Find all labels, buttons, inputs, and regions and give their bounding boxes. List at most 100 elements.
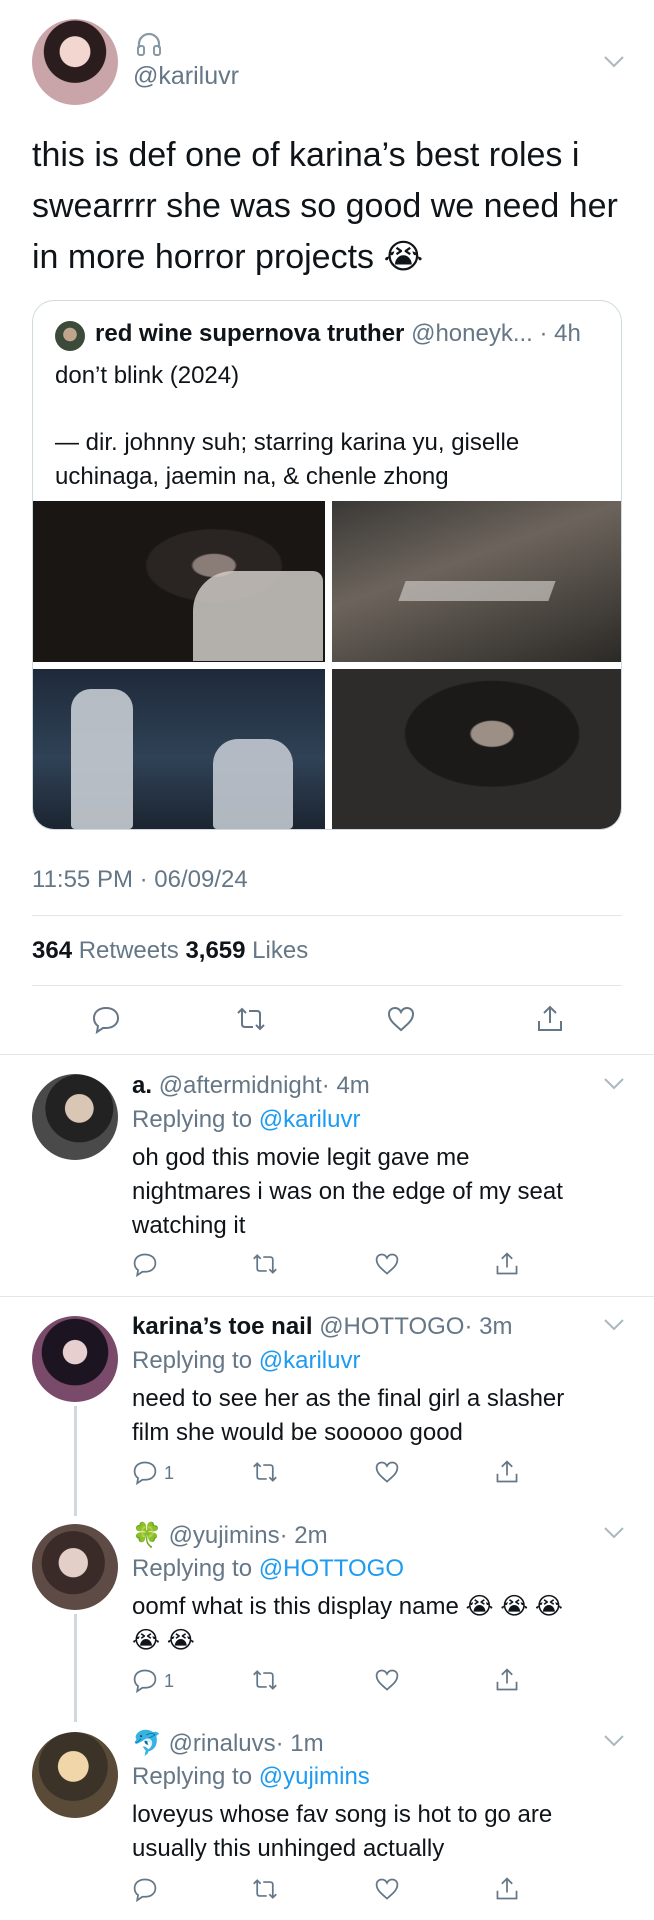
like-icon[interactable] — [374, 1251, 400, 1277]
chevron-down-icon[interactable] — [603, 55, 625, 69]
tweet-timestamp: 11:55 PM · 06/09/24 — [32, 866, 248, 893]
replying-to: Replying to @kariluvr — [132, 1106, 360, 1134]
retweet-icon[interactable] — [252, 1667, 278, 1693]
chevron-down-icon[interactable] — [603, 1526, 625, 1540]
author-avatar[interactable] — [32, 19, 118, 105]
reply-header: 🐬 @rinaluvs· 1m — [132, 1729, 324, 1758]
reply-author-name[interactable]: a. — [132, 1072, 152, 1099]
reply-icon[interactable] — [91, 1004, 121, 1035]
tweet-text-line: in more horror projects 😭 — [32, 238, 424, 276]
replying-to-link[interactable]: @yujimins — [259, 1763, 370, 1790]
media-image-4[interactable] — [332, 669, 621, 829]
share-icon[interactable] — [535, 1004, 565, 1034]
reply-count: 1 — [164, 1671, 175, 1691]
share-icon[interactable] — [494, 1459, 520, 1485]
like-icon[interactable] — [374, 1876, 400, 1902]
share-icon[interactable] — [494, 1876, 520, 1902]
reply-author-handle[interactable]: @aftermidnight — [159, 1072, 322, 1099]
reply-icon[interactable] — [132, 1876, 158, 1903]
chevron-down-icon[interactable] — [603, 1077, 625, 1091]
reply-text-line: loveyus whose fav song is hot to go are — [132, 1801, 553, 1828]
reply-header: a. @aftermidnight· 4m — [132, 1072, 370, 1100]
replying-to-link[interactable]: @kariluvr — [259, 1347, 361, 1374]
reply-icon[interactable] — [132, 1459, 158, 1486]
divider — [32, 985, 622, 986]
like-icon[interactable] — [374, 1667, 400, 1693]
reply-text-line: oh god this movie legit gave me — [132, 1144, 470, 1171]
replying-label: Replying to — [132, 1347, 253, 1374]
replying-label: Replying to — [132, 1106, 253, 1133]
likes-label[interactable]: Likes — [252, 937, 308, 964]
chevron-down-icon[interactable] — [603, 1734, 625, 1748]
reply-text: oh god this movie legit gave me nightmar… — [132, 1141, 642, 1243]
reply-count: 1 — [164, 1463, 175, 1483]
author-handle[interactable]: @kariluvr — [133, 62, 239, 91]
reply-text: oomf what is this display name 😭 😭 😭 😭 😭 — [132, 1590, 642, 1658]
replying-to: Replying to @kariluvr — [132, 1347, 360, 1375]
quoted-author-name: red wine supernova truther — [95, 320, 405, 347]
reply-text-line: watching it — [132, 1212, 246, 1239]
reply-time: · 3m — [464, 1313, 513, 1340]
tweet-stats: 364 Retweets 3,659 Likes — [32, 937, 308, 965]
tweet-text-line: this is def one of karina’s best roles i — [32, 136, 580, 174]
retweets-count[interactable]: 364 — [32, 937, 72, 964]
reply-time: · 2m — [279, 1522, 328, 1549]
replying-label: Replying to — [132, 1555, 253, 1582]
quoted-text-line: uchinaga, jaemin na, & chenle zhong — [55, 463, 449, 490]
reply-time: · 4m — [321, 1072, 370, 1099]
reply-author-handle[interactable]: @yujimins — [169, 1522, 280, 1549]
replying-to: Replying to @yujimins — [132, 1763, 370, 1791]
reply-author-handle[interactable]: @HOTTOGO — [319, 1313, 464, 1340]
media-image-2[interactable] — [332, 501, 621, 662]
reply-text-line: 😭 😭 — [132, 1627, 195, 1654]
replying-to-link[interactable]: @HOTTOGO — [259, 1555, 404, 1582]
headphones-icon — [137, 32, 161, 56]
reply-author-name[interactable]: karina’s toe nail — [132, 1313, 313, 1340]
likes-count[interactable]: 3,659 — [185, 937, 245, 964]
thread-line — [74, 1406, 77, 1516]
reply-header: karina’s toe nail @HOTTOGO· 3m — [132, 1313, 512, 1341]
share-icon[interactable] — [494, 1251, 520, 1277]
reply-author-name[interactable]: 🐬 — [132, 1730, 162, 1757]
reply-author-handle[interactable]: @rinaluvs — [169, 1730, 276, 1757]
reply-text-line: film she would be sooooo good — [132, 1419, 463, 1446]
replying-to: Replying to @HOTTOGO — [132, 1555, 404, 1583]
tweet-text-line: swearrrr she was so good we need her — [32, 187, 618, 225]
retweets-label[interactable]: Retweets — [79, 937, 179, 964]
reply-author-name[interactable]: 🍀 — [132, 1522, 162, 1549]
divider — [0, 1296, 654, 1297]
reply-text-line: oomf what is this display name 😭 😭 😭 — [132, 1593, 563, 1620]
reply-icon[interactable] — [132, 1667, 158, 1694]
retweet-icon[interactable] — [252, 1251, 278, 1277]
reply-avatar[interactable] — [32, 1524, 118, 1610]
thread-line — [74, 1614, 77, 1722]
quoted-text-line: — dir. johnny suh; starring karina yu, g… — [55, 429, 520, 456]
quoted-tweet-time: · 4h — [539, 320, 581, 347]
reply-text: need to see her as the final girl a slas… — [132, 1382, 642, 1450]
reply-text-line: nightmares i was on the edge of my seat — [132, 1178, 563, 1205]
reply-text-line: need to see her as the final girl a slas… — [132, 1385, 565, 1412]
reply-time: · 1m — [275, 1730, 324, 1757]
divider — [0, 1054, 654, 1055]
like-icon[interactable] — [386, 1004, 416, 1034]
reply-icon[interactable] — [132, 1251, 158, 1278]
reply-text: loveyus whose fav song is hot to go are … — [132, 1798, 642, 1866]
retweet-icon[interactable] — [252, 1459, 278, 1485]
quoted-tweet-card[interactable]: red wine supernova truther @honeyk... · … — [32, 300, 622, 830]
retweet-icon[interactable] — [236, 1004, 266, 1034]
share-icon[interactable] — [494, 1667, 520, 1693]
media-image-3[interactable] — [33, 669, 325, 829]
quoted-tweet-header: red wine supernova truther @honeyk... · … — [95, 320, 581, 348]
chevron-down-icon[interactable] — [603, 1318, 625, 1332]
reply-avatar[interactable] — [32, 1316, 118, 1402]
quoted-author-handle: @honeyk... — [411, 320, 533, 347]
divider — [32, 915, 622, 916]
quoted-author-avatar — [55, 321, 85, 351]
media-image-1[interactable] — [33, 501, 325, 662]
reply-avatar[interactable] — [32, 1074, 118, 1160]
like-icon[interactable] — [374, 1459, 400, 1485]
reply-header: 🍀 @yujimins· 2m — [132, 1521, 328, 1550]
replying-to-link[interactable]: @kariluvr — [259, 1106, 361, 1133]
reply-avatar[interactable] — [32, 1732, 118, 1818]
retweet-icon[interactable] — [252, 1876, 278, 1902]
